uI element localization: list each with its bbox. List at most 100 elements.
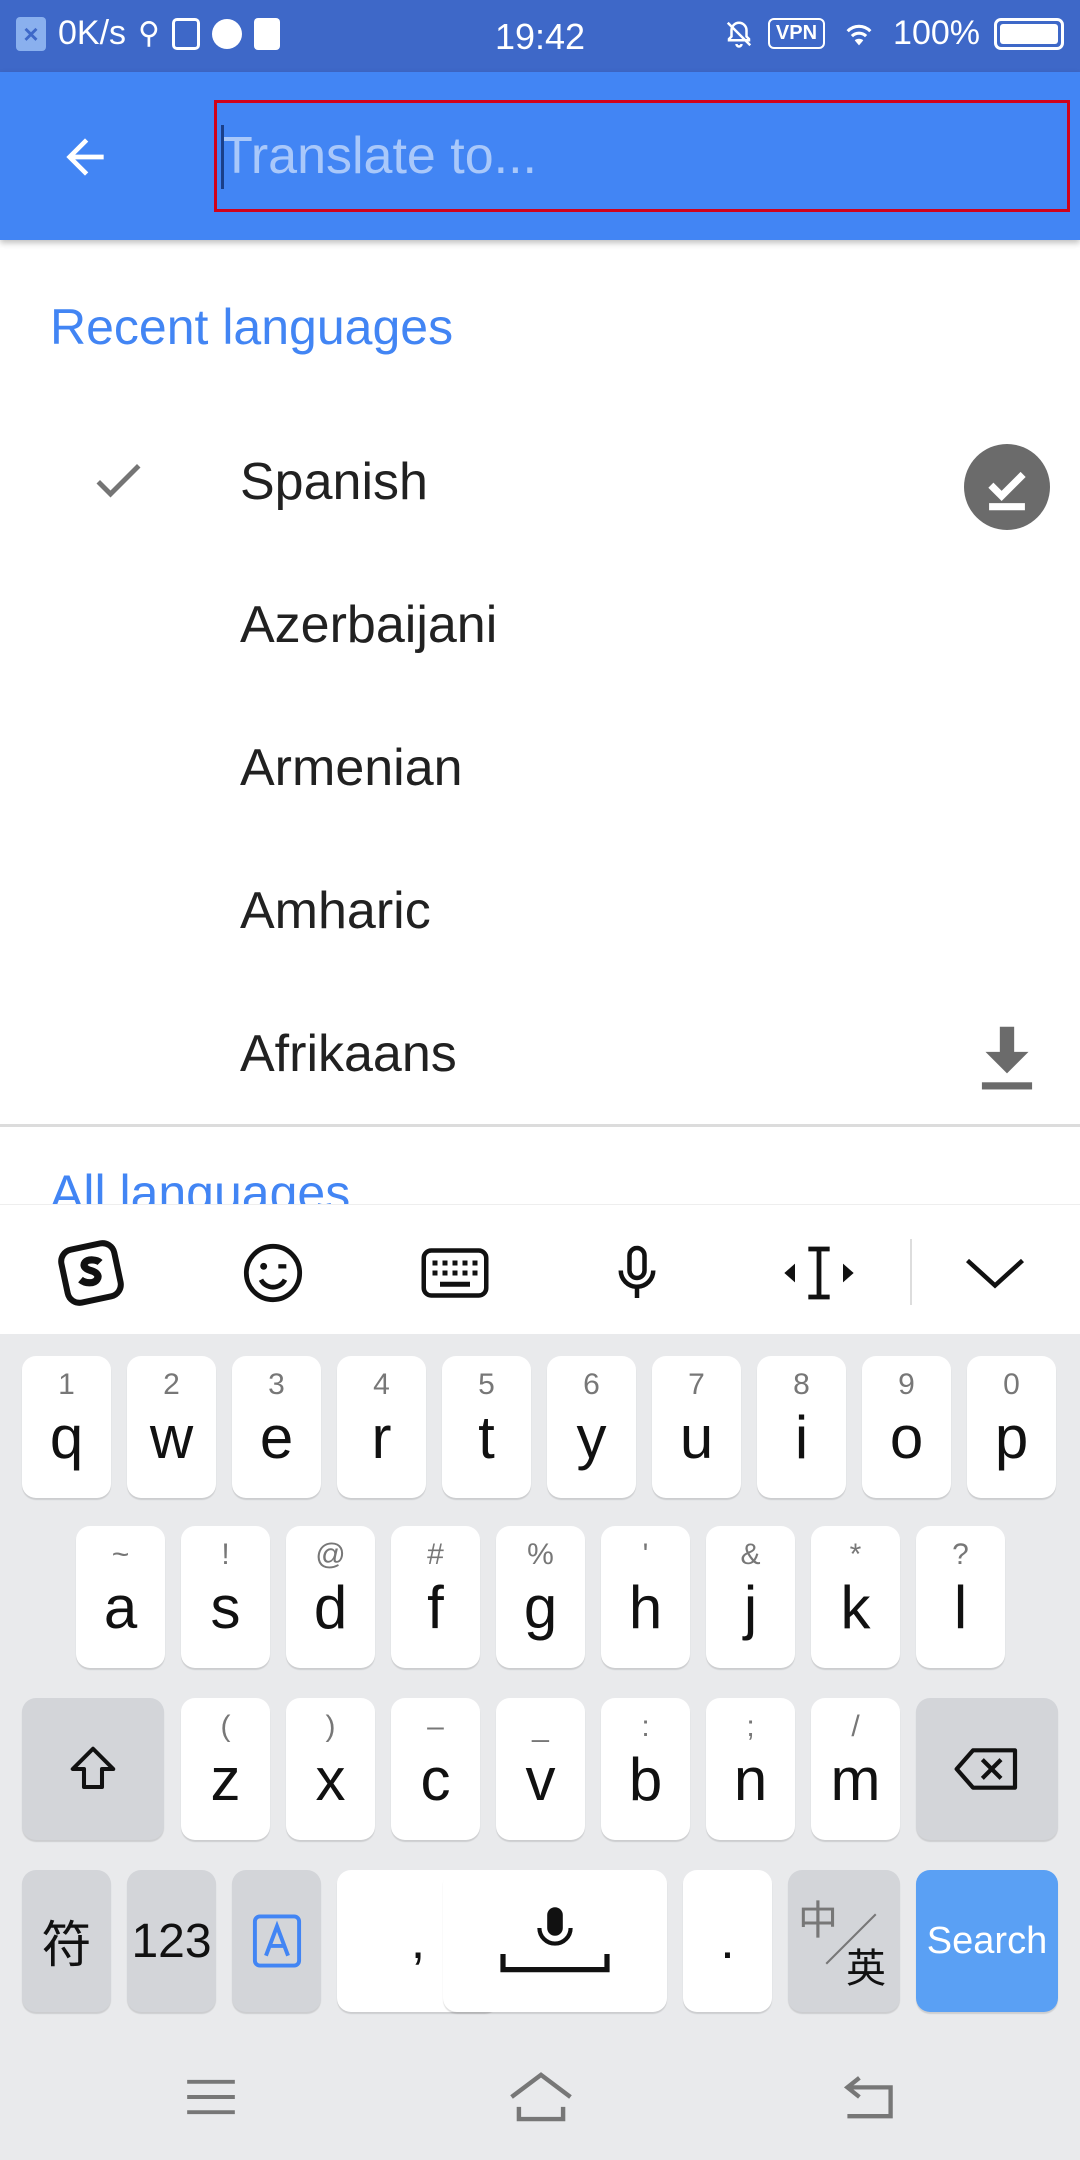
key-label: e	[259, 1404, 294, 1471]
language-row-azerbaijani[interactable]: Azerbaijani	[0, 553, 1080, 695]
section-divider	[0, 1124, 1080, 1127]
key-d[interactable]: @ d	[286, 1526, 375, 1668]
language-switch-key[interactable]: 中 英	[788, 1870, 900, 2012]
key-alt-label: /	[851, 1710, 860, 1743]
key-s[interactable]: ! s	[181, 1526, 270, 1668]
key-y[interactable]: 6y	[547, 1356, 636, 1498]
battery-percent: 100%	[893, 14, 980, 52]
key-alt-label: @	[315, 1538, 346, 1571]
search-key[interactable]: Search	[916, 1870, 1058, 2012]
translate-to-input[interactable]	[217, 103, 1067, 209]
key-q[interactable]: 1q	[22, 1356, 111, 1498]
cursor-move-button[interactable]	[774, 1233, 864, 1313]
key-label: n	[733, 1746, 768, 1813]
language-label: Azerbaijani	[240, 596, 498, 654]
language-row-amharic[interactable]: Amharic	[0, 839, 1080, 981]
chevron-down-icon	[965, 1258, 1025, 1289]
key-l[interactable]: ? l	[916, 1526, 1005, 1668]
key-e[interactable]: 3e	[232, 1356, 321, 1498]
key-o[interactable]: 9o	[862, 1356, 951, 1498]
key-label: x	[315, 1746, 346, 1813]
key-h[interactable]: ' h	[601, 1526, 690, 1668]
period-key[interactable]: .	[683, 1870, 772, 2012]
keyboard-icon	[421, 1248, 489, 1298]
navigation-bar	[0, 2034, 1080, 2160]
key-alt-label: –	[427, 1710, 444, 1743]
menu-button[interactable]	[166, 2062, 256, 2132]
download-icon[interactable]	[964, 1016, 1050, 1102]
emoji-icon	[243, 1243, 303, 1303]
key-label: d	[313, 1574, 348, 1641]
key-z[interactable]: (z	[181, 1698, 270, 1840]
emoji-button[interactable]	[228, 1233, 318, 1313]
search-box[interactable]	[214, 100, 1070, 212]
space-mic-icon	[500, 1907, 610, 1973]
selected-check-icon	[96, 464, 141, 498]
key-alt-label: (	[220, 1710, 231, 1743]
key-label: i	[794, 1404, 809, 1471]
microphone-icon	[618, 1245, 656, 1298]
backspace-key[interactable]	[916, 1698, 1058, 1840]
key-label: o	[889, 1404, 924, 1471]
key-b[interactable]: :b	[601, 1698, 690, 1840]
backspace-icon	[954, 1748, 1018, 1790]
key-w[interactable]: 2w	[127, 1356, 216, 1498]
home-button[interactable]	[496, 2062, 586, 2132]
key-label: k	[840, 1574, 871, 1641]
language-row-spanish[interactable]: Spanish	[0, 410, 1080, 552]
key-alt-label: :	[641, 1710, 650, 1743]
key-p[interactable]: 0p	[967, 1356, 1056, 1498]
key-k[interactable]: * k	[811, 1526, 900, 1668]
key-alt-label: )	[325, 1710, 336, 1743]
downloaded-check-icon[interactable]	[964, 444, 1050, 530]
key-t[interactable]: 5t	[442, 1356, 531, 1498]
numbers-key[interactable]: 123	[127, 1870, 216, 2012]
back-button[interactable]	[40, 112, 130, 202]
key-m[interactable]: / m	[811, 1698, 900, 1840]
key-x[interactable]: ) x	[286, 1698, 375, 1840]
key-label: f	[427, 1574, 444, 1641]
key-alt-label: &	[740, 1538, 761, 1571]
letter-a-box-icon	[252, 1914, 301, 1968]
key-label: b	[628, 1746, 663, 1813]
voice-input-button[interactable]	[592, 1233, 682, 1313]
back-arrow-icon	[66, 138, 104, 176]
key-c[interactable]: – c	[391, 1698, 480, 1840]
shift-arrow-icon	[70, 1746, 116, 1790]
hide-keyboard-button[interactable]	[950, 1233, 1040, 1313]
space-key[interactable]	[443, 1870, 667, 2012]
key-alt-label: %	[527, 1538, 554, 1571]
language-row-afrikaans[interactable]: Afrikaans	[0, 982, 1080, 1124]
key-label: ,	[410, 1912, 426, 1970]
sogou-logo-button[interactable]	[46, 1233, 136, 1313]
key-alt-label: 8	[793, 1368, 810, 1401]
key-r[interactable]: 4r	[337, 1356, 426, 1498]
key-alt-label: 5	[478, 1368, 495, 1401]
key-u[interactable]: 7u	[652, 1356, 741, 1498]
key-label: g	[523, 1574, 558, 1641]
status-bar: × 0K/s ⚲ 19:42 VPN 100%	[0, 0, 1080, 72]
key-a[interactable]: ~ a	[76, 1526, 165, 1668]
key-f[interactable]: # f	[391, 1526, 480, 1668]
key-label: 符	[41, 1917, 92, 1973]
key-alt-label: 0	[1003, 1368, 1020, 1401]
toolbar-separator	[910, 1239, 912, 1305]
key-g[interactable]: % g	[496, 1526, 585, 1668]
shift-key[interactable]	[22, 1698, 164, 1840]
menu-icon	[187, 2079, 235, 2115]
key-i[interactable]: 8i	[757, 1356, 846, 1498]
cursor-arrows-icon	[784, 1246, 854, 1300]
key-v[interactable]: _ v	[496, 1698, 585, 1840]
key-alt-label: 4	[373, 1368, 390, 1401]
recent-languages-title: Recent languages	[50, 299, 454, 355]
mute-bell-icon	[726, 20, 752, 48]
language-row-armenian[interactable]: Armenian	[0, 696, 1080, 838]
key-j[interactable]: & j	[706, 1526, 795, 1668]
symbols-key[interactable]: 符	[22, 1870, 111, 2012]
key-label: u	[679, 1404, 714, 1471]
text-cursor	[221, 125, 224, 189]
keyboard-switch-button[interactable]	[410, 1233, 500, 1313]
back-nav-button[interactable]	[824, 2062, 914, 2132]
input-mode-key[interactable]	[232, 1870, 321, 2012]
key-n[interactable]: ; n	[706, 1698, 795, 1840]
